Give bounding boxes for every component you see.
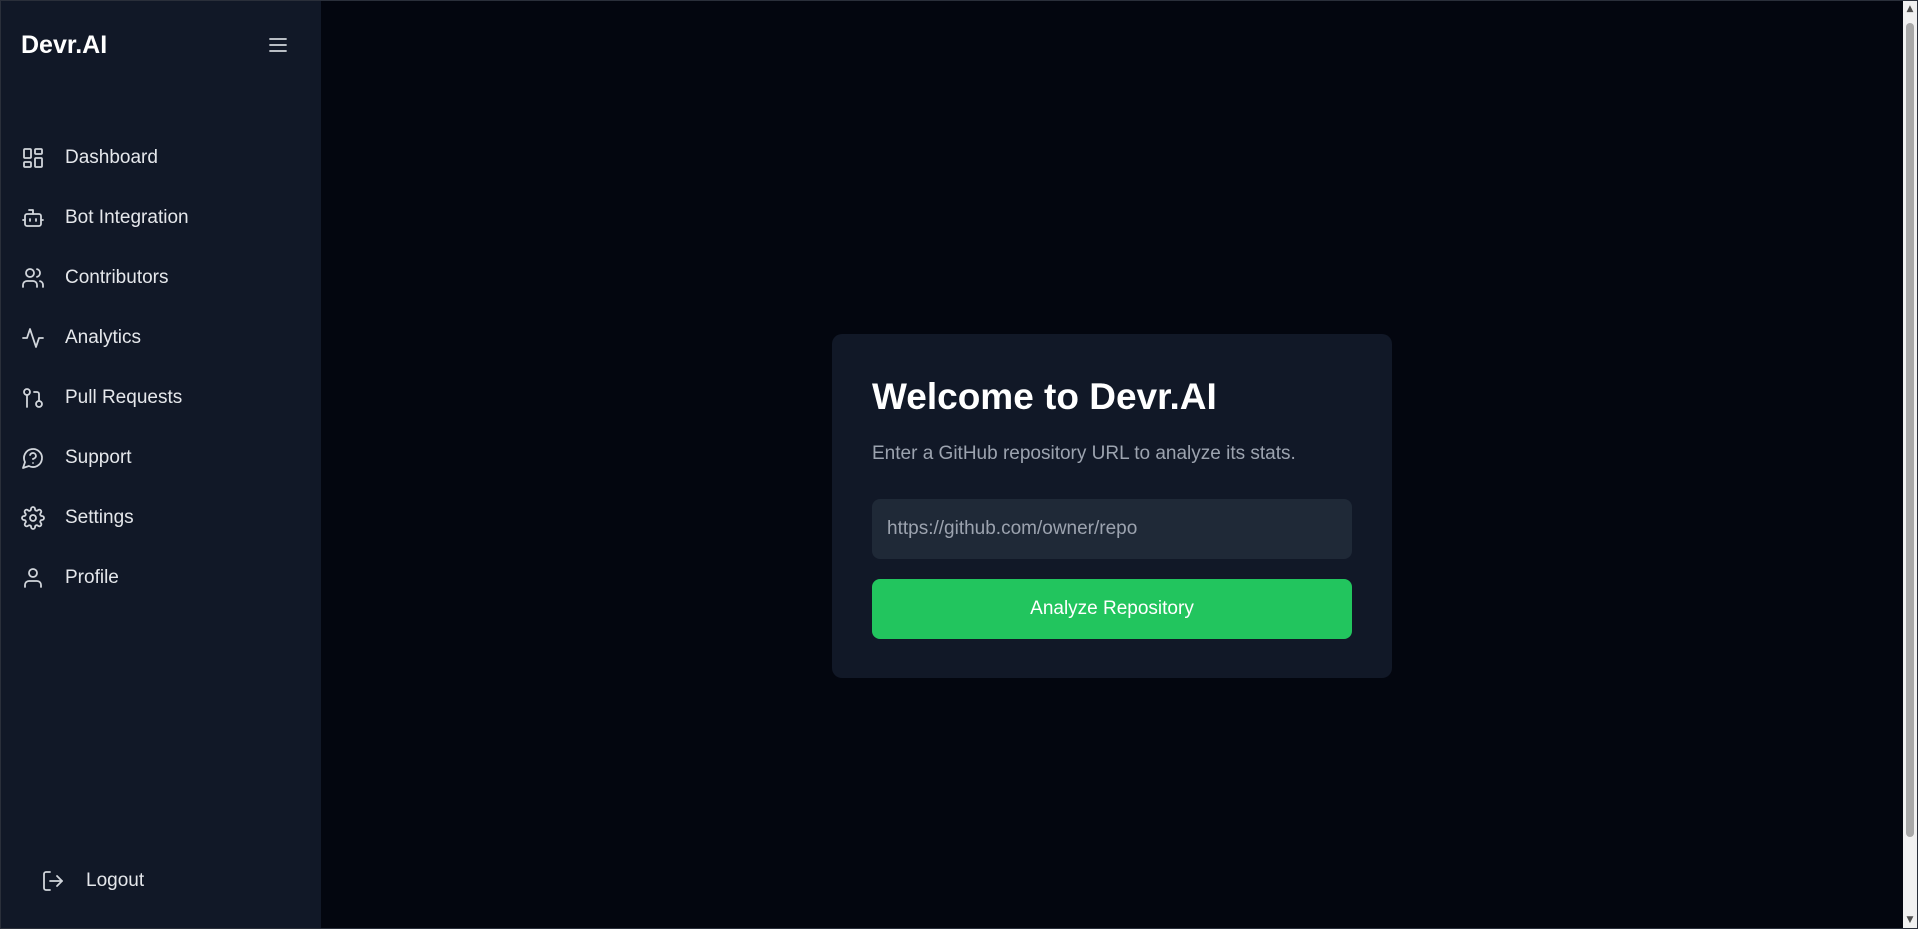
dashboard-icon — [21, 146, 45, 170]
sidebar-item-label: Pull Requests — [65, 387, 183, 408]
sidebar-item-label: Dashboard — [65, 147, 158, 168]
user-icon — [21, 566, 45, 590]
brand-logo[interactable]: Devr.AI — [21, 31, 107, 60]
scrollbar-thumb[interactable] — [1906, 23, 1914, 837]
sidebar-item-label: Analytics — [65, 327, 142, 348]
sidebar-item-settings[interactable]: Settings — [1, 494, 321, 542]
sidebar-item-profile[interactable]: Profile — [1, 554, 321, 602]
hamburger-menu-icon — [269, 38, 287, 52]
logout-label: Logout — [86, 870, 145, 891]
scroll-up-arrow-icon[interactable]: ▲ — [1903, 1, 1917, 17]
sidebar-item-dashboard[interactable]: Dashboard — [1, 134, 321, 182]
menu-toggle-button[interactable] — [266, 33, 290, 57]
logout-icon — [41, 869, 65, 893]
sidebar-item-label: Contributors — [65, 267, 169, 288]
activity-icon — [21, 326, 45, 350]
app-window: Devr.AI Dashboard Bot Integration Contri… — [0, 0, 1918, 929]
analyze-repository-button[interactable]: Analyze Repository — [872, 579, 1352, 639]
users-icon — [21, 266, 45, 290]
welcome-subtitle: Enter a GitHub repository URL to analyze… — [872, 443, 1296, 464]
sidebar-item-analytics[interactable]: Analytics — [1, 314, 321, 362]
sidebar-nav: Dashboard Bot Integration Contributors A… — [1, 134, 321, 614]
help-bubble-icon — [21, 446, 45, 470]
git-pull-request-icon — [21, 386, 45, 410]
sidebar-item-support[interactable]: Support — [1, 434, 321, 482]
bot-icon — [21, 206, 45, 230]
sidebar-item-label: Settings — [65, 507, 134, 528]
welcome-title: Welcome to Devr.AI — [872, 376, 1217, 417]
sidebar-item-bot-integration[interactable]: Bot Integration — [1, 194, 321, 242]
sidebar-item-contributors[interactable]: Contributors — [1, 254, 321, 302]
sidebar-item-label: Profile — [65, 567, 119, 588]
sidebar-item-pull-requests[interactable]: Pull Requests — [1, 374, 321, 422]
welcome-card: Welcome to Devr.AI Enter a GitHub reposi… — [832, 334, 1392, 678]
sidebar-item-label: Support — [65, 447, 132, 468]
vertical-scrollbar[interactable]: ▲ ▼ — [1903, 1, 1917, 928]
gear-icon — [21, 506, 45, 530]
sidebar-item-label: Bot Integration — [65, 207, 189, 228]
logout-button[interactable]: Logout — [41, 857, 144, 905]
repo-url-input[interactable] — [872, 499, 1352, 559]
scroll-down-arrow-icon[interactable]: ▼ — [1903, 912, 1917, 928]
sidebar: Devr.AI Dashboard Bot Integration Contri… — [1, 1, 321, 928]
